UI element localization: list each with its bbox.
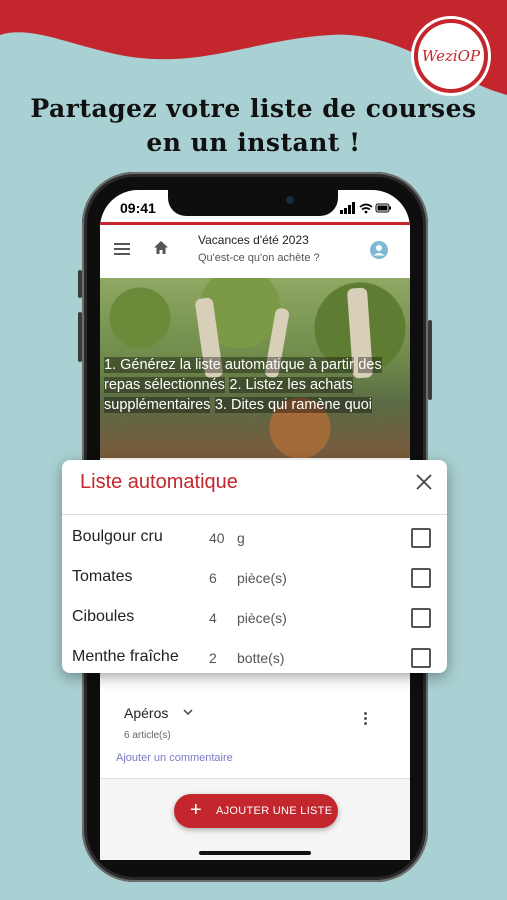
menu-icon[interactable] xyxy=(114,243,130,255)
ingredient-unit: pièce(s) xyxy=(237,610,287,626)
ingredient-checkbox[interactable] xyxy=(411,608,431,628)
logo-text: WeziOP xyxy=(418,23,484,89)
group-name-apéros[interactable]: Apéros xyxy=(124,705,168,721)
dialog-divider xyxy=(62,514,447,515)
add-list-label: AJOUTER UNE LISTE xyxy=(216,805,333,817)
ingredient-name: Boulgour cru xyxy=(72,528,163,545)
ingredient-name: Tomates xyxy=(72,568,133,585)
ingredient-unit: pièce(s) xyxy=(237,570,287,586)
status-icons xyxy=(340,202,392,217)
signal-wifi-battery-icon xyxy=(340,202,391,214)
home-indicator xyxy=(199,851,311,855)
headline-line-1: Partagez votre liste de courses xyxy=(30,94,477,123)
phone-side-button xyxy=(78,270,82,298)
plus-icon: + xyxy=(190,799,202,821)
ingredient-checkbox[interactable] xyxy=(411,648,431,668)
promo-headline: Partagez votre liste de courses en un in… xyxy=(0,92,507,160)
instruction-line: 3. Dites qui ramène quoi xyxy=(214,397,373,413)
ingredient-qty: 4 xyxy=(209,610,217,626)
wezi-logo: WeziOP xyxy=(411,16,491,96)
ingredient-qty: 2 xyxy=(209,650,217,666)
add-comment-link[interactable]: Ajouter un commentaire xyxy=(116,752,233,764)
instruction-line: 1. Générez la liste automatique à partir xyxy=(104,357,354,373)
ingredient-checkbox[interactable] xyxy=(411,528,431,548)
phone-side-button xyxy=(78,312,82,362)
add-list-button[interactable]: + AJOUTER UNE LISTE xyxy=(174,794,338,828)
more-options-icon[interactable] xyxy=(364,712,368,727)
instructions-overlay: 1. Générez la liste automatique à partir… xyxy=(104,355,404,415)
trip-title: Vacances d'été 2023 xyxy=(198,233,309,247)
status-time: 09:41 xyxy=(120,200,156,216)
ingredient-qty: 40 xyxy=(209,530,225,546)
app-header xyxy=(100,222,410,278)
ingredient-checkbox[interactable] xyxy=(411,568,431,588)
trip-subtitle: Qu'est-ce qu'on achète ? xyxy=(198,252,320,264)
ingredient-unit: botte(s) xyxy=(237,650,285,666)
dialog-title: Liste automatique xyxy=(80,471,238,493)
group-item-count: 6 article(s) xyxy=(124,730,171,741)
headline-line-2: en un instant ! xyxy=(146,128,361,157)
user-avatar-icon[interactable] xyxy=(370,241,388,259)
ingredient-name: Menthe fraîche xyxy=(72,648,179,665)
camera-icon xyxy=(286,196,294,204)
ingredient-qty: 6 xyxy=(209,570,217,586)
ingredient-name: Ciboules xyxy=(72,608,135,625)
phone-notch xyxy=(168,190,338,216)
close-icon[interactable] xyxy=(414,472,434,492)
chevron-down-icon[interactable] xyxy=(182,706,194,718)
ingredient-unit: g xyxy=(237,530,245,546)
home-icon[interactable] xyxy=(152,239,170,257)
phone-side-button xyxy=(428,320,432,400)
